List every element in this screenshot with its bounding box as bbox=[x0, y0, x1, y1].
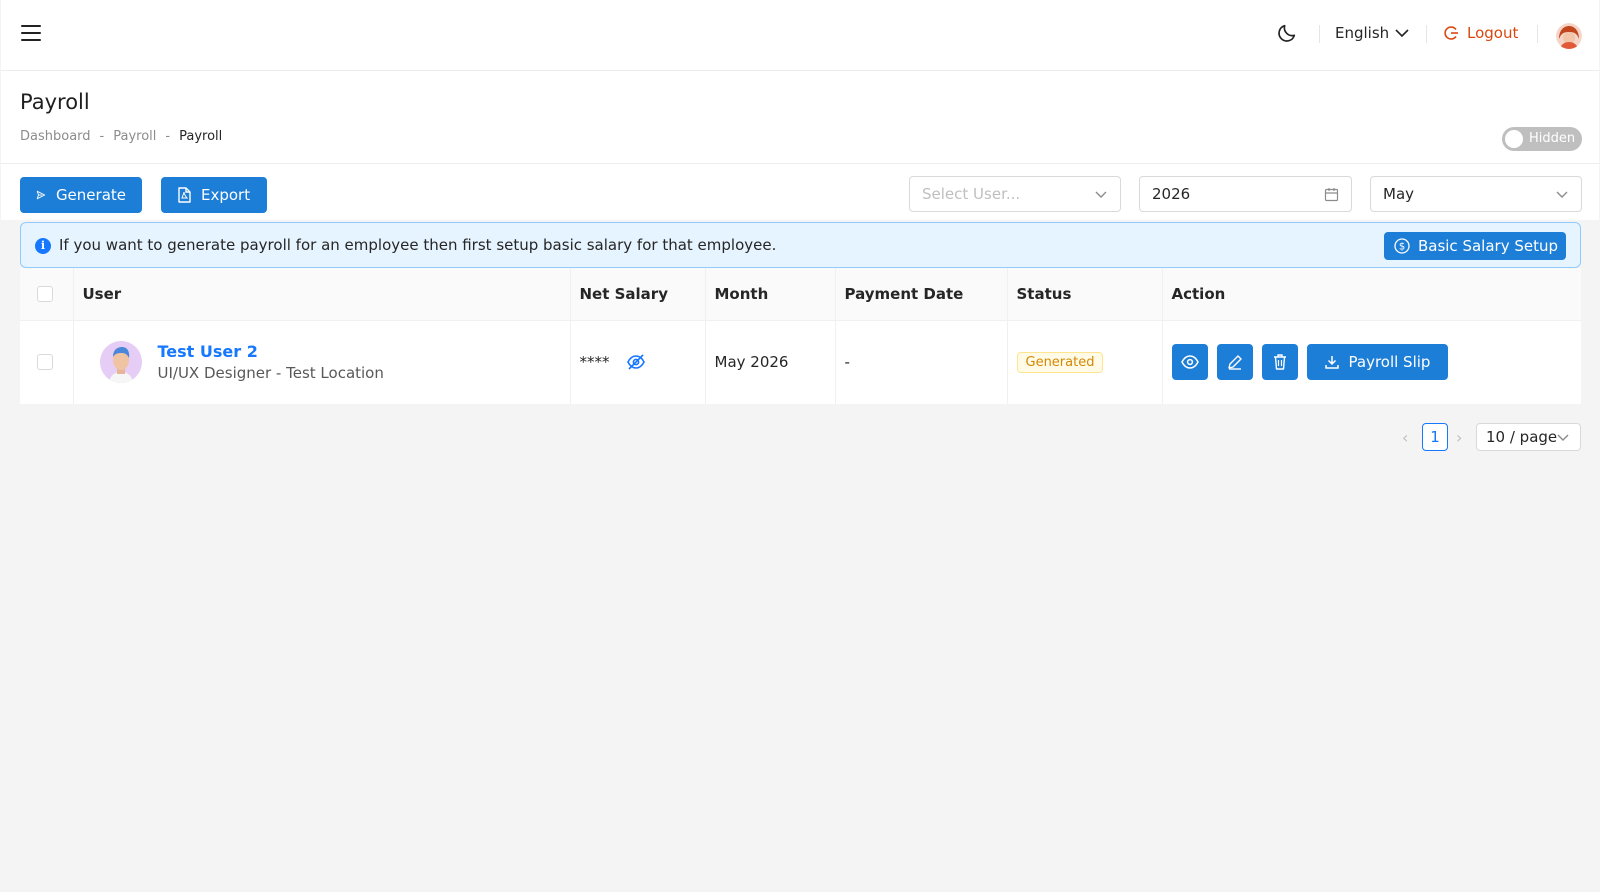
page-number-current[interactable]: 1 bbox=[1422, 423, 1448, 451]
payroll-table: User Net Salary Month Payment Date Statu… bbox=[20, 268, 1581, 404]
calendar-icon bbox=[1324, 188, 1339, 202]
divider bbox=[1537, 25, 1538, 43]
next-page-icon[interactable]: › bbox=[1456, 428, 1462, 447]
moon-icon[interactable] bbox=[1276, 22, 1298, 44]
send-icon bbox=[36, 190, 46, 200]
table-row: Test User 2 UI/UX Designer - Test Locati… bbox=[20, 320, 1581, 404]
info-icon: i bbox=[35, 238, 51, 254]
breadcrumb-dashboard[interactable]: Dashboard bbox=[20, 129, 91, 144]
page-size-select[interactable]: 10 / page bbox=[1476, 423, 1581, 451]
row-checkbox[interactable] bbox=[37, 354, 53, 371]
download-icon bbox=[1324, 356, 1339, 369]
eye-off-icon[interactable] bbox=[626, 354, 646, 370]
status-cell: Generated bbox=[1007, 320, 1163, 404]
payroll-slip-label: Payroll Slip bbox=[1348, 353, 1431, 372]
user-avatar bbox=[99, 341, 142, 384]
trash-icon bbox=[1273, 354, 1286, 370]
chevron-down-icon bbox=[1556, 191, 1568, 198]
year-value: 2026 bbox=[1152, 185, 1191, 203]
page-size-value: 10 / page bbox=[1486, 428, 1558, 446]
basic-salary-setup-label: Basic Salary Setup bbox=[1417, 237, 1558, 255]
edit-button[interactable] bbox=[1216, 344, 1253, 381]
toolbar: Generate Export Select User... 2026 May bbox=[1, 164, 1599, 220]
language-label: English bbox=[1335, 24, 1390, 42]
language-select[interactable]: English bbox=[1335, 24, 1409, 42]
dollar-circle-icon: $ bbox=[1394, 238, 1410, 254]
month-cell: May 2026 bbox=[705, 320, 836, 404]
svg-text:$: $ bbox=[1399, 242, 1405, 253]
pdf-file-icon bbox=[178, 187, 191, 203]
user-avatar[interactable] bbox=[1556, 23, 1582, 49]
menu-icon[interactable] bbox=[21, 24, 41, 42]
chevron-down-icon bbox=[1557, 434, 1569, 441]
table-header-row: User Net Salary Month Payment Date Statu… bbox=[20, 268, 1581, 321]
info-alert: i If you want to generate payroll for an… bbox=[20, 222, 1581, 268]
column-header-net-salary[interactable]: Net Salary bbox=[570, 268, 706, 321]
breadcrumb: Dashboard - Payroll - Payroll bbox=[20, 129, 222, 144]
page-title: Payroll bbox=[20, 90, 90, 114]
payment-date-cell: - bbox=[835, 320, 1008, 404]
basic-salary-setup-button[interactable]: $ Basic Salary Setup bbox=[1383, 232, 1566, 260]
divider bbox=[1319, 25, 1320, 43]
column-header-action: Action bbox=[1162, 268, 1581, 321]
chevron-down-icon bbox=[1395, 29, 1409, 38]
breadcrumb-payroll[interactable]: Payroll bbox=[113, 129, 156, 144]
column-header-user[interactable]: User bbox=[73, 268, 571, 321]
generate-label: Generate bbox=[55, 186, 126, 204]
eye-icon bbox=[1180, 355, 1199, 370]
row-select-cell bbox=[20, 320, 74, 404]
view-button[interactable] bbox=[1171, 344, 1208, 381]
payroll-slip-button[interactable]: Payroll Slip bbox=[1306, 344, 1449, 381]
breadcrumb-separator: - bbox=[99, 129, 105, 144]
generate-button[interactable]: Generate bbox=[20, 177, 142, 213]
month-value: May bbox=[1383, 185, 1415, 203]
alert-message: If you want to generate payroll for an e… bbox=[59, 236, 777, 254]
export-label: Export bbox=[201, 186, 251, 204]
page-header: Payroll Dashboard - Payroll - Payroll Hi… bbox=[1, 71, 1599, 164]
user-name-link[interactable]: Test User 2 bbox=[158, 342, 384, 361]
logout-button[interactable]: Logout bbox=[1443, 24, 1518, 42]
toggle-label: Hidden bbox=[1529, 131, 1576, 146]
column-header-payment-date[interactable]: Payment Date bbox=[835, 268, 1008, 321]
month-select[interactable]: May bbox=[1370, 176, 1582, 212]
user-select[interactable]: Select User... bbox=[909, 176, 1121, 212]
net-salary-cell: **** bbox=[570, 320, 706, 404]
logout-icon bbox=[1444, 26, 1458, 40]
previous-page-icon[interactable]: ‹ bbox=[1402, 428, 1408, 447]
visibility-toggle[interactable]: Hidden bbox=[1502, 127, 1582, 151]
net-salary-value: **** bbox=[579, 353, 610, 372]
user-cell: Test User 2 UI/UX Designer - Test Locati… bbox=[73, 320, 571, 404]
chevron-down-icon bbox=[1095, 191, 1107, 198]
breadcrumb-current: Payroll bbox=[179, 129, 223, 144]
pencil-icon bbox=[1227, 355, 1242, 370]
logout-label: Logout bbox=[1467, 24, 1519, 42]
action-cell: Payroll Slip bbox=[1162, 320, 1581, 404]
toggle-knob bbox=[1505, 130, 1523, 148]
user-subtitle: UI/UX Designer - Test Location bbox=[157, 364, 384, 383]
status-badge: Generated bbox=[1016, 351, 1104, 373]
column-header-month[interactable]: Month bbox=[705, 268, 836, 321]
column-header-status[interactable]: Status bbox=[1007, 268, 1163, 321]
select-all-cell bbox=[20, 268, 74, 321]
export-button[interactable]: Export bbox=[161, 177, 267, 213]
year-picker[interactable]: 2026 bbox=[1139, 176, 1352, 212]
user-select-placeholder: Select User... bbox=[922, 185, 1021, 203]
delete-button[interactable] bbox=[1261, 344, 1298, 381]
top-navbar: English Logout bbox=[1, 0, 1599, 71]
divider bbox=[1426, 25, 1427, 43]
breadcrumb-separator: - bbox=[165, 129, 171, 144]
select-all-checkbox[interactable] bbox=[37, 285, 53, 302]
